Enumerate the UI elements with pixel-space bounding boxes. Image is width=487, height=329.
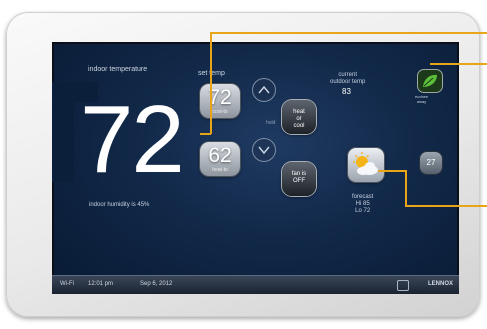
fan-line-1: fan is (291, 171, 307, 177)
outdoor-temp-label: current outdoor temp (330, 72, 365, 86)
forecast-text: forecast Hi 85 Lo 72 (352, 194, 373, 215)
weather-sun-cloud-icon (353, 152, 378, 175)
outdoor-label-line-1: current (338, 72, 358, 78)
callout-line-top (210, 32, 487, 34)
small-side-button[interactable]: 27 (420, 152, 442, 174)
chevron-up-icon (258, 85, 270, 94)
wifi-icon (397, 280, 409, 291)
callout-line-eco (430, 63, 487, 65)
cool-to-label: cool-to (212, 109, 228, 115)
indoor-temp-value: 72 (80, 86, 185, 193)
forecast-label: forecast (352, 194, 374, 200)
heat-to-label: heat-to (212, 167, 228, 173)
callout-line-weather-vertical (405, 170, 407, 206)
eco-button[interactable] (418, 70, 442, 92)
forecast-lo: Lo 72 (355, 208, 371, 214)
thermostat-device: indoor temperature 72 indoor humidity is… (6, 12, 480, 317)
indoor-humidity-text: indoor humidity is 45% (89, 202, 150, 208)
wifi-status: Wi-Fi (60, 281, 74, 287)
mode-line-3: cool (293, 123, 305, 129)
chevron-down-icon (258, 146, 270, 155)
mode-button[interactable]: heat or cool (282, 100, 316, 134)
brand-logo: LENNOX (427, 281, 453, 287)
leaf-icon (423, 74, 437, 87)
weather-button[interactable] (348, 148, 384, 182)
status-bar: Wi-Fi 12:01 pm Sep 6, 2012 LENNOX (52, 275, 459, 294)
callout-line-top-vertical (210, 32, 212, 134)
hold-label: hold (266, 120, 276, 126)
callout-line-weather-start (378, 170, 406, 172)
touch-screen: indoor temperature 72 indoor humidity is… (52, 42, 459, 294)
eco-label-line-2: away (416, 99, 427, 104)
heat-to-button[interactable]: 62 heat-to (200, 142, 240, 176)
cool-to-value: 72 (208, 86, 232, 109)
forecast-hi: Hi 85 (355, 201, 370, 207)
cool-to-button[interactable]: 72 cool-to (200, 84, 240, 118)
outdoor-label-line-2: outdoor temp (330, 79, 366, 85)
status-date: Sep 6, 2012 (140, 281, 173, 287)
mode-line-1: heat (293, 109, 305, 115)
heat-to-value: 62 (208, 144, 232, 167)
status-time: 12:01 pm (88, 281, 114, 287)
indoor-temp-label: indoor temperature (88, 66, 148, 73)
background-shape (52, 82, 74, 182)
fan-button[interactable]: fan is OFF (282, 162, 316, 196)
temp-down-button[interactable] (252, 138, 276, 162)
callout-line-weather (405, 205, 487, 207)
temp-up-button[interactable] (252, 78, 276, 102)
eco-label: ecobee away (415, 94, 428, 104)
mode-line-2: or (296, 116, 302, 122)
outdoor-temp-value: 83 (342, 87, 351, 96)
fan-line-2: OFF (293, 178, 305, 184)
callout-line-top-end (200, 133, 211, 135)
